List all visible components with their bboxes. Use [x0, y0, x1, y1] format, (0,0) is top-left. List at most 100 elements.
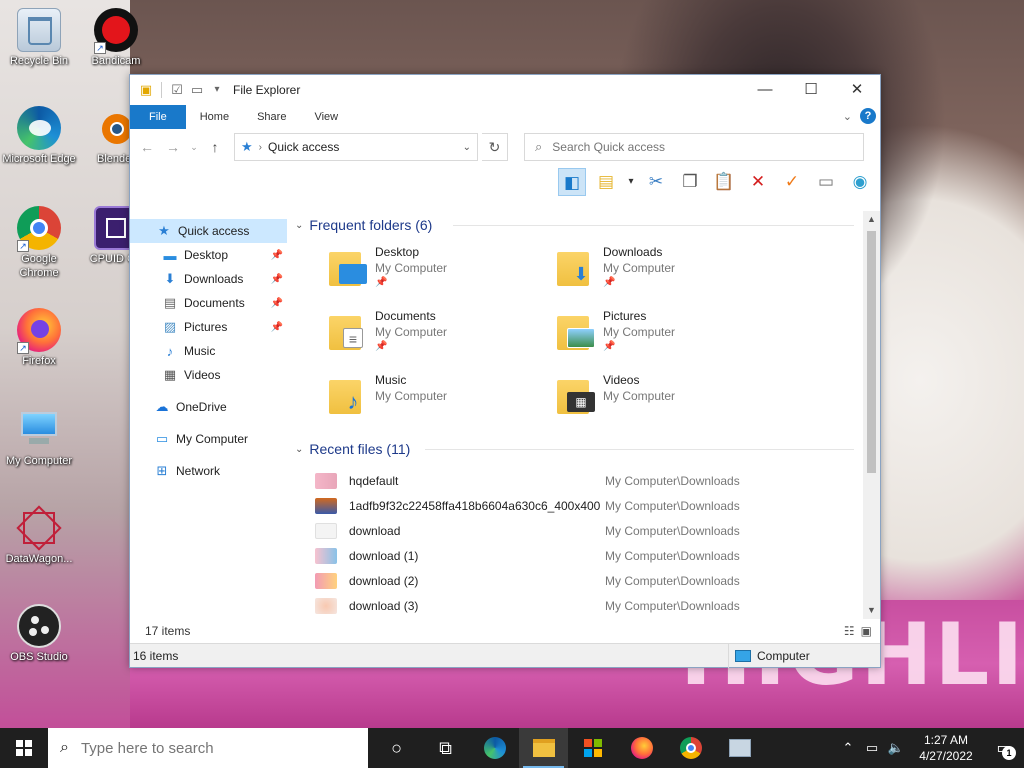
folder-downloads[interactable]: ⬇ Downloads My Computer 📌	[557, 244, 785, 296]
taskbar-search[interactable]: ⌕	[48, 728, 368, 768]
sidebar-item-onedrive[interactable]: ☁ OneDrive	[130, 395, 287, 419]
details-view-icon[interactable]: ☷	[844, 624, 855, 638]
taskbar-file-explorer-icon[interactable]	[519, 728, 568, 768]
tab-share[interactable]: Share	[243, 105, 300, 129]
network-tray-icon[interactable]: ▭	[860, 740, 884, 756]
large-icons-view-icon[interactable]: ▣	[861, 624, 872, 638]
folder-pictures[interactable]: Pictures My Computer 📌	[557, 308, 785, 360]
pin-icon: 📌	[270, 273, 283, 285]
properties-icon[interactable]: ☑	[169, 82, 185, 98]
shell-icon[interactable]: ◉	[846, 168, 874, 196]
breadcrumb[interactable]: Quick access	[268, 140, 457, 154]
sidebar-item-pictures[interactable]: ▨ Pictures 📌	[130, 315, 287, 339]
tab-file[interactable]: File	[130, 105, 186, 129]
datawagon-icon	[16, 505, 62, 551]
list-item[interactable]: download (3) My Computer\Downloads	[315, 593, 880, 618]
folder-videos[interactable]: ▦ Videos My Computer	[557, 372, 785, 424]
notifications-button[interactable]: ▭ 1	[984, 728, 1024, 768]
address-dropdown-icon[interactable]: ⌄	[463, 142, 471, 153]
qat-dropdown-icon[interactable]: ▾	[209, 82, 225, 98]
sidebar-item-downloads[interactable]: ⬇ Downloads 📌	[130, 267, 287, 291]
taskbar-search-input[interactable]	[80, 739, 321, 757]
search-box[interactable]: ⌕	[524, 133, 864, 161]
section-recent-files[interactable]: ⌄ Recent files (11)	[295, 438, 880, 460]
firefox-icon: ↗	[17, 308, 61, 354]
list-item[interactable]: hqdefault My Computer\Downloads	[315, 468, 880, 493]
desktop-icon-chrome[interactable]: ↗ Google Chrome	[1, 206, 77, 280]
help-icon[interactable]: ?	[860, 108, 876, 124]
taskbar-store-icon[interactable]	[568, 728, 617, 768]
desktop-icon-firefox[interactable]: ↗ Firefox	[1, 308, 77, 368]
task-view-icon[interactable]: ⧉	[421, 728, 470, 768]
sidebar-item-videos[interactable]: ▦ Videos	[130, 363, 287, 387]
search-input[interactable]	[552, 140, 853, 154]
toolbar-dropdown-icon[interactable]: ▾	[626, 168, 636, 196]
cut-icon[interactable]: ✂	[642, 168, 670, 196]
custom-toolbar: ◧ ▤ ▾ ✂ ❐ 📋 ✕ ✓ ▭ ◉	[130, 165, 880, 199]
rename-icon[interactable]: ▭	[812, 168, 840, 196]
desktop-icon-bandicam[interactable]: ↗ Bandicam	[78, 8, 154, 68]
volume-icon[interactable]: 🔈	[884, 740, 908, 756]
expand-ribbon-icon[interactable]: ⌄	[843, 110, 852, 123]
taskbar-app-icon[interactable]	[715, 728, 764, 768]
folder-desktop[interactable]: Desktop My Computer 📌	[329, 244, 557, 296]
items-count: 17 items	[145, 624, 191, 638]
list-item[interactable]: 1adfb9f32c22458ffa418b6604a630c6_400x400…	[315, 493, 880, 518]
maximize-button[interactable]: ☐	[788, 75, 834, 105]
minimize-button[interactable]: —	[742, 75, 788, 105]
sidebar-item-quick-access[interactable]: ★ Quick access	[130, 219, 287, 243]
pictures-folder-icon	[557, 308, 597, 352]
desktop-icon-datawagon[interactable]: DataWagon...	[1, 505, 77, 566]
recent-locations-icon[interactable]: ⌄	[188, 136, 200, 158]
list-item[interactable]: download My Computer\Downloads	[315, 518, 880, 543]
tab-home[interactable]: Home	[186, 105, 243, 129]
desktop-icon-obs[interactable]: OBS Studio	[1, 604, 77, 664]
up-button[interactable]: ↑	[204, 136, 226, 158]
scroll-down-icon[interactable]: ▼	[863, 602, 880, 619]
pin-icon: 📌	[375, 277, 388, 288]
sidebar-item-desktop[interactable]: ▬ Desktop 📌	[130, 243, 287, 267]
forward-button[interactable]: →	[162, 136, 184, 158]
preview-pane-icon[interactable]: ◧	[558, 168, 586, 196]
cortana-icon[interactable]: ○	[372, 728, 421, 768]
taskbar-edge-icon[interactable]	[470, 728, 519, 768]
delete-icon[interactable]: ✕	[744, 168, 772, 196]
sidebar-item-documents[interactable]: ▤ Documents 📌	[130, 291, 287, 315]
start-button[interactable]	[0, 728, 48, 768]
sidebar-item-music[interactable]: ♪ Music	[130, 339, 287, 363]
pin-icon: 📌	[603, 277, 616, 288]
folder-app-icon: ▣	[139, 82, 153, 97]
folder-documents[interactable]: ≡ Documents My Computer 📌	[329, 308, 557, 360]
refresh-button[interactable]: ↻	[482, 133, 508, 161]
desktop-icon-my-computer[interactable]: My Computer	[1, 408, 77, 468]
new-folder-icon[interactable]: ▭	[189, 82, 205, 98]
downloads-folder-icon: ⬇	[557, 244, 597, 288]
new-item-icon[interactable]: ▤	[592, 168, 620, 196]
sidebar-item-my-computer[interactable]: ▭ My Computer	[130, 427, 287, 451]
tab-view[interactable]: View	[300, 105, 352, 129]
section-frequent-folders[interactable]: ⌄ Frequent folders (6)	[295, 214, 880, 236]
copy-icon[interactable]: ❐	[676, 168, 704, 196]
folder-music[interactable]: ♪ Music My Computer	[329, 372, 557, 424]
clock[interactable]: 1:27 AM 4/27/2022	[908, 732, 984, 764]
taskbar-chrome-icon[interactable]	[666, 728, 715, 768]
scroll-up-icon[interactable]: ▲	[863, 211, 880, 228]
vertical-scrollbar[interactable]: ▲ ▼	[863, 211, 880, 619]
taskbar-firefox-icon[interactable]	[617, 728, 666, 768]
sidebar-item-network[interactable]: ⊞ Network	[130, 459, 287, 483]
list-item[interactable]: download (2) My Computer\Downloads	[315, 568, 880, 593]
paste-icon[interactable]: 📋	[710, 168, 738, 196]
chevron-up-icon[interactable]: ⌃	[836, 740, 860, 756]
list-item[interactable]: download (1) My Computer\Downloads	[315, 543, 880, 568]
address-bar[interactable]: ★ › Quick access ⌄	[234, 133, 478, 161]
desktop-icon-recycle-bin[interactable]: Recycle Bin	[1, 8, 77, 68]
desktop-icon-edge[interactable]: Microsoft Edge	[1, 106, 77, 166]
back-button[interactable]: ←	[136, 136, 158, 158]
scrollbar-thumb[interactable]	[867, 231, 876, 473]
image-thumbnail-icon	[315, 522, 337, 539]
title-bar[interactable]: ▣ ☑ ▭ ▾ File Explorer — ☐ ✕	[130, 75, 880, 105]
quick-access-star-icon: ★	[241, 139, 253, 154]
checkmark-icon[interactable]: ✓	[778, 168, 806, 196]
close-button[interactable]: ✕	[834, 75, 880, 105]
computer-icon	[735, 649, 751, 662]
